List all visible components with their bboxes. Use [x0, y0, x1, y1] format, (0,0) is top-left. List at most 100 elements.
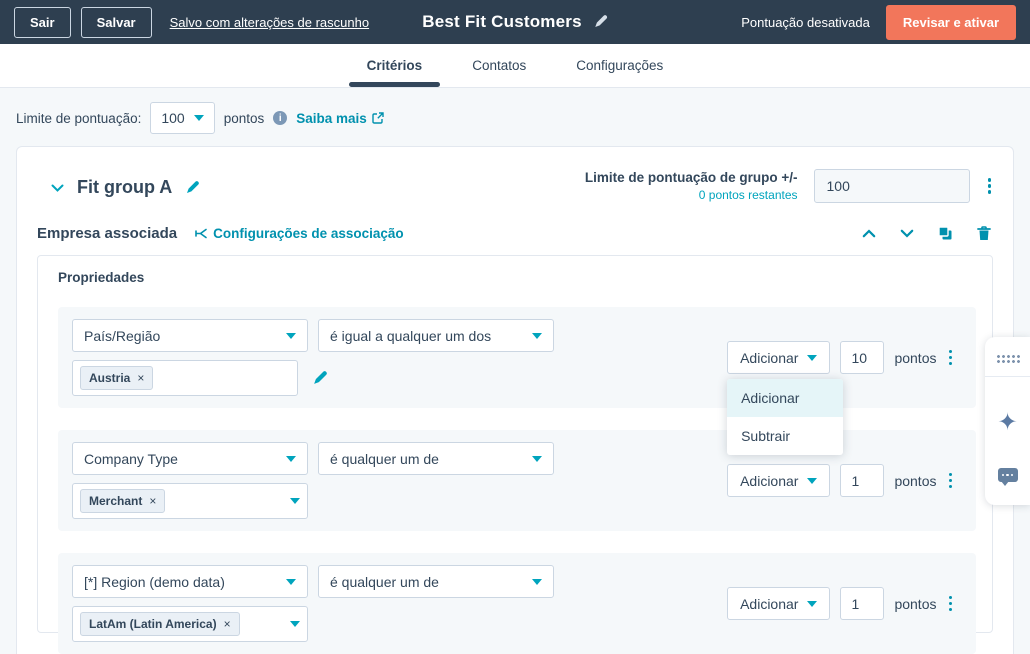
- score-limit-label: Limite de pontuação:: [16, 110, 142, 126]
- edit-title-pencil-icon[interactable]: [594, 15, 608, 29]
- points-input[interactable]: [840, 341, 885, 374]
- property-select[interactable]: Company Type: [72, 442, 308, 475]
- criterion-options-kebab-icon[interactable]: [947, 471, 955, 491]
- divider: [985, 376, 1030, 377]
- learn-more-link[interactable]: Saiba mais: [296, 111, 384, 126]
- exit-button[interactable]: Sair: [14, 6, 71, 38]
- association-title: Empresa associada: [37, 225, 178, 242]
- remove-tag-icon[interactable]: ×: [137, 371, 144, 385]
- chevron-down-icon: [193, 115, 204, 121]
- chevron-down-icon: [290, 498, 300, 504]
- score-limit-unit: pontos: [223, 110, 265, 126]
- external-link-icon: [372, 112, 384, 124]
- save-button[interactable]: Salvar: [80, 6, 152, 38]
- chevron-down-icon: [807, 477, 818, 484]
- association-settings-link[interactable]: Configurações de associação: [195, 226, 404, 241]
- delete-trash-icon[interactable]: [977, 226, 991, 241]
- score-limit-row: Limite de pontuação: 100 pontos i Saiba …: [0, 88, 1030, 146]
- remove-tag-icon[interactable]: ×: [149, 494, 156, 508]
- operator-select[interactable]: é qualquer um de: [318, 442, 554, 475]
- scoring-status-text: Pontuação desativada: [741, 14, 870, 30]
- score-limit-select[interactable]: 100: [150, 102, 215, 134]
- value-tag-label: Austria: [89, 371, 131, 385]
- operator-select-value: é qualquer um de: [330, 450, 439, 467]
- points-remaining-text: 0 pontos restantes: [698, 188, 798, 202]
- value-tag: LatAm (Latin America) ×: [80, 612, 240, 636]
- draft-status-link[interactable]: Salvo com alterações de rascunho: [170, 15, 369, 30]
- collapse-group-chevron-icon[interactable]: [51, 184, 64, 192]
- criterion-options-kebab-icon[interactable]: [947, 348, 955, 368]
- action-select-value: Adicionar: [740, 349, 799, 366]
- property-select[interactable]: País/Região: [72, 319, 308, 352]
- points-input[interactable]: [840, 587, 885, 620]
- criterion-options-kebab-icon[interactable]: [947, 594, 955, 614]
- chat-icon[interactable]: [997, 468, 1018, 486]
- info-icon[interactable]: i: [273, 111, 288, 125]
- action-select-button[interactable]: Adicionar: [727, 587, 831, 620]
- value-tag-input[interactable]: Austria ×: [72, 360, 298, 396]
- edit-values-pencil-icon[interactable]: [312, 370, 327, 386]
- operator-select-value: é qualquer um de: [330, 573, 439, 590]
- tab-criterios[interactable]: Critérios: [348, 44, 440, 87]
- group-limit-input[interactable]: [813, 169, 970, 203]
- action-select-value: Adicionar: [740, 595, 799, 612]
- floating-tools-rail: ✦: [985, 337, 1030, 505]
- criterion-row-pais-regiao: País/Região é igual a qualquer um dos Au…: [58, 307, 976, 455]
- property-select-value: [*] Region (demo data): [84, 573, 225, 590]
- points-unit-label: pontos: [894, 349, 937, 366]
- operator-select[interactable]: é qualquer um de: [318, 565, 554, 598]
- score-limit-value: 100: [161, 110, 185, 126]
- move-up-chevron-icon[interactable]: [862, 229, 876, 238]
- chevron-down-icon: [807, 600, 818, 607]
- chevron-down-icon: [286, 455, 296, 462]
- chevron-down-icon: [532, 332, 542, 339]
- points-unit-label: pontos: [894, 472, 937, 489]
- move-down-chevron-icon[interactable]: [900, 229, 914, 238]
- association-icon: [195, 228, 207, 239]
- fit-group-card: Fit group A Limite de pontuação de grupo…: [16, 146, 1014, 654]
- criterion-row-region-demo: [*] Region (demo data) é qualquer um de …: [58, 553, 976, 654]
- chevron-down-icon: [290, 621, 300, 627]
- value-tag-select[interactable]: LatAm (Latin America) ×: [72, 606, 308, 642]
- chevron-down-icon: [807, 354, 818, 361]
- menu-item-adicionar[interactable]: Adicionar: [727, 379, 844, 417]
- operator-select[interactable]: é igual a qualquer um dos: [318, 319, 554, 352]
- remove-tag-icon[interactable]: ×: [224, 617, 231, 631]
- action-select-button[interactable]: Adicionar: [727, 464, 831, 497]
- drag-handle-icon[interactable]: [995, 354, 1020, 363]
- value-tag: Merchant ×: [80, 489, 166, 513]
- value-tag-label: LatAm (Latin America): [89, 617, 217, 631]
- value-tag: Austria ×: [80, 366, 154, 390]
- tab-configuracoes[interactable]: Configurações: [572, 44, 667, 87]
- points-input[interactable]: [840, 464, 885, 497]
- chevron-down-icon: [286, 332, 296, 339]
- property-select-value: País/Região: [84, 327, 161, 344]
- action-select-button[interactable]: Adicionar: [727, 341, 831, 374]
- association-settings-label: Configurações de associação: [213, 226, 404, 241]
- property-select[interactable]: [*] Region (demo data): [72, 565, 308, 598]
- group-limit-label: Limite de pontuação de grupo +/-: [584, 170, 798, 185]
- review-activate-button[interactable]: Revisar e ativar: [885, 4, 1016, 40]
- properties-panel: Propriedades País/Região é igual a qualq…: [37, 255, 993, 654]
- menu-item-subtrair[interactable]: Subtrair: [727, 417, 843, 455]
- value-tag-label: Merchant: [89, 494, 143, 508]
- group-options-kebab-icon[interactable]: [986, 176, 994, 196]
- operator-select-value: é igual a qualquer um dos: [330, 327, 492, 344]
- duplicate-icon[interactable]: [938, 226, 953, 241]
- page-title: Best Fit Customers: [422, 12, 582, 31]
- chevron-down-icon: [532, 578, 542, 585]
- chevron-down-icon: [286, 578, 296, 585]
- value-tag-select[interactable]: Merchant ×: [72, 483, 308, 519]
- edit-group-name-pencil-icon[interactable]: [185, 180, 200, 195]
- points-unit-label: pontos: [894, 595, 937, 612]
- ai-sparkle-icon[interactable]: ✦: [997, 411, 1017, 435]
- action-dropdown-menu: Adicionar Subtrair: [727, 379, 844, 455]
- learn-more-label: Saiba mais: [296, 110, 367, 126]
- properties-label: Propriedades: [58, 270, 145, 285]
- top-header-bar: Sair Salvar Salvo com alterações de rasc…: [0, 0, 1030, 44]
- property-select-value: Company Type: [84, 450, 178, 467]
- chevron-down-icon: [532, 455, 542, 462]
- action-select-value: Adicionar: [740, 472, 799, 489]
- tab-contatos[interactable]: Contatos: [468, 44, 530, 87]
- group-name: Fit group A: [77, 177, 173, 197]
